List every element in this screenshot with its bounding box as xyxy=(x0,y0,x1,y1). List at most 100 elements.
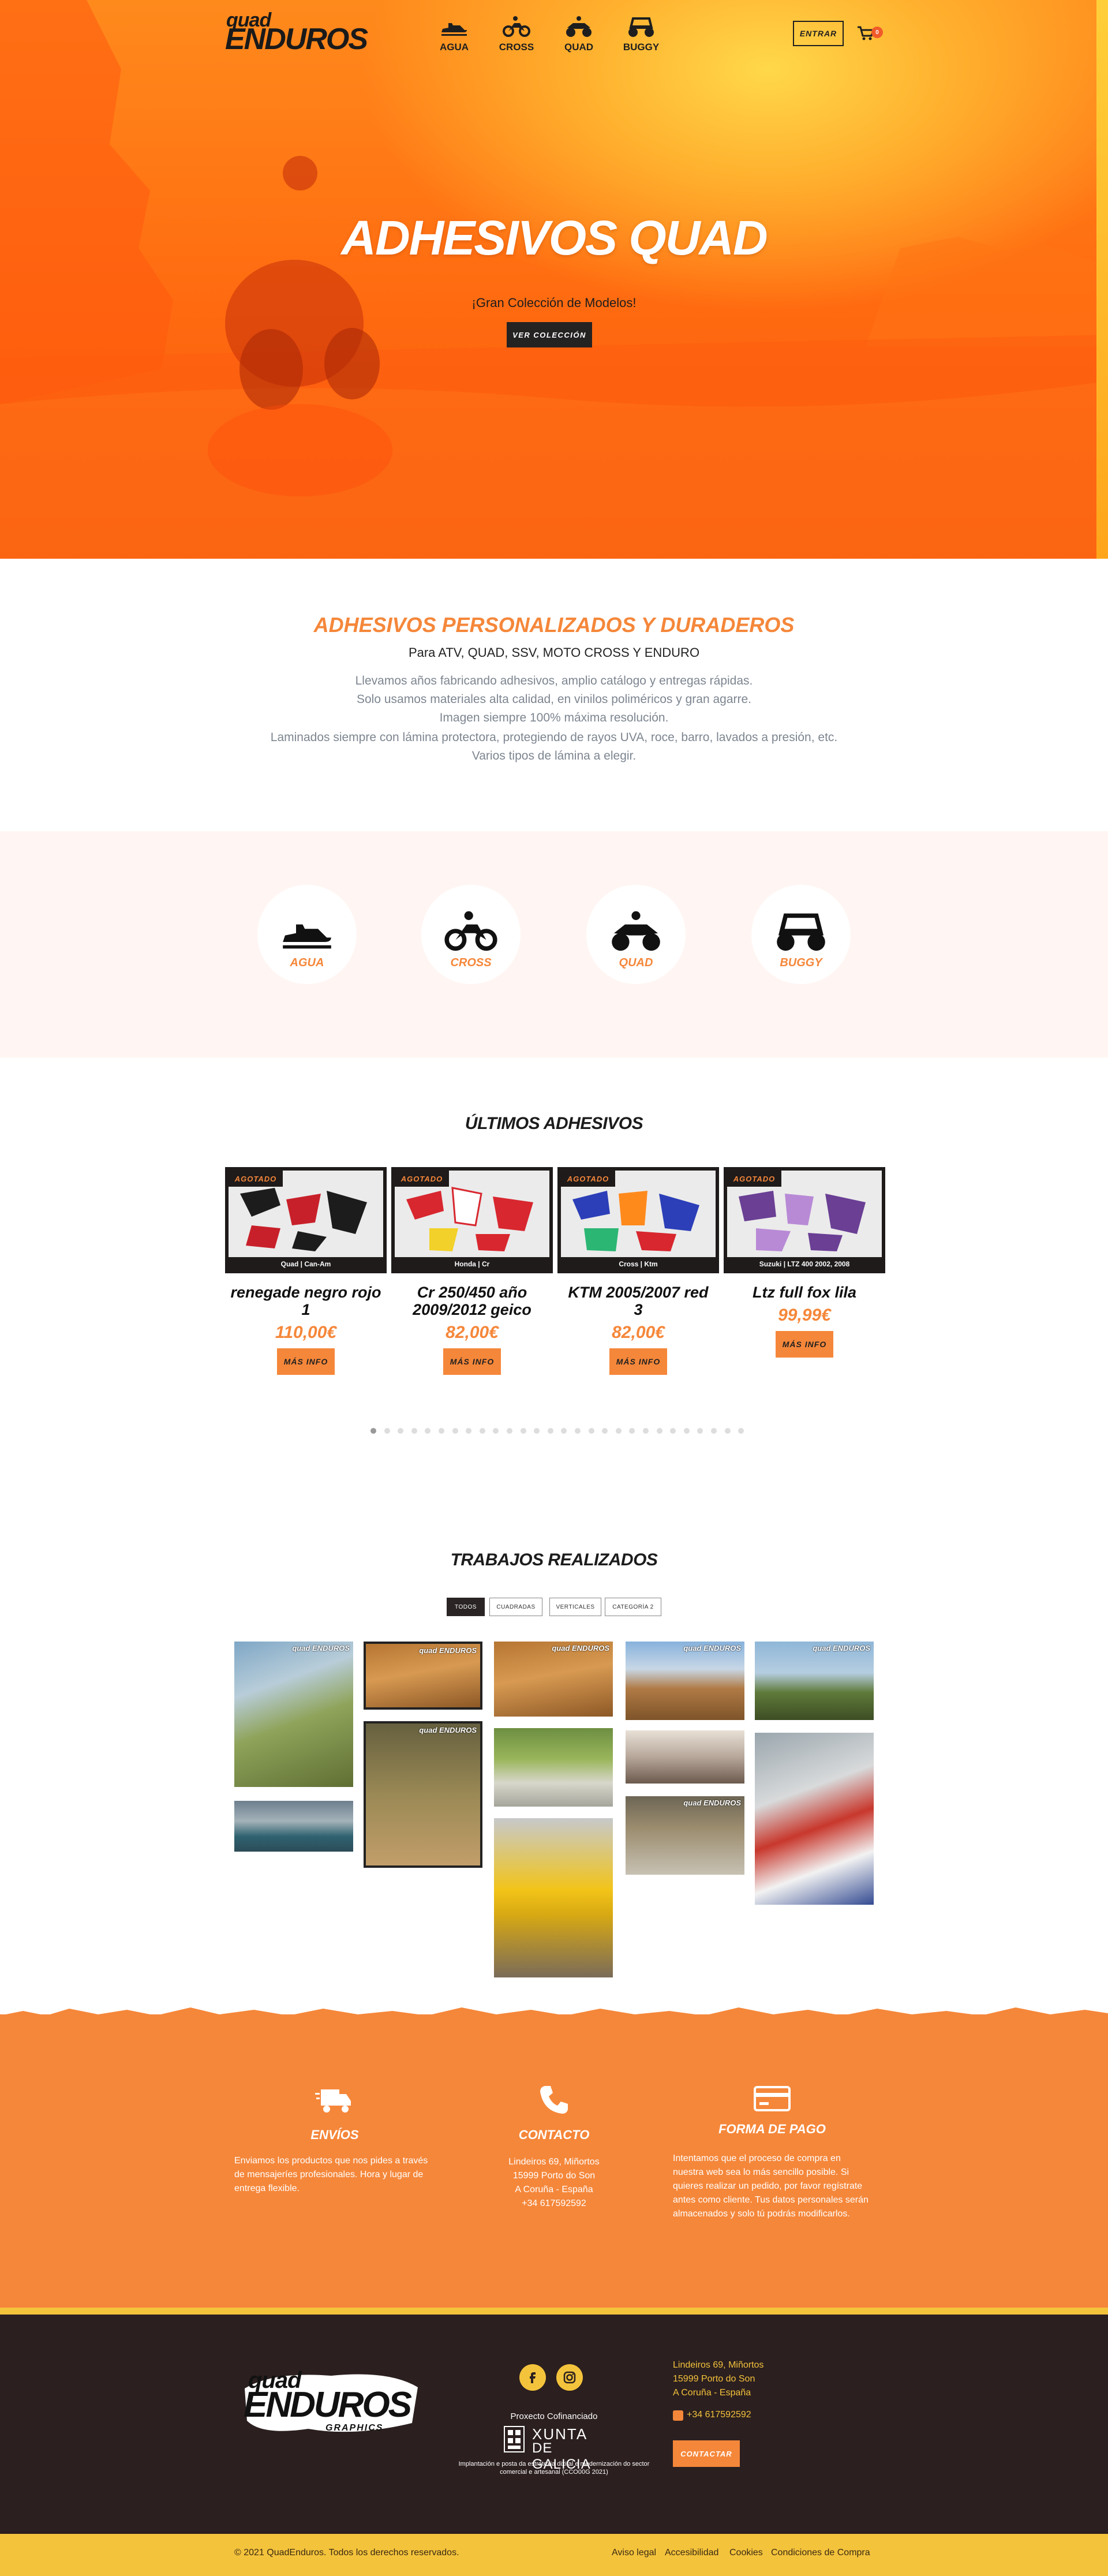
intro-line: Varios tipos de lámina a elegir. xyxy=(471,749,637,762)
carousel-dot[interactable] xyxy=(466,1428,471,1434)
nav-item-quad[interactable]: QUAD xyxy=(559,15,599,55)
carousel-dot[interactable] xyxy=(493,1428,499,1434)
footer-logo[interactable]: quad ENDUROS GRAPHICS xyxy=(239,2365,424,2440)
carousel-dot[interactable] xyxy=(738,1428,744,1434)
product-image[interactable]: AGOTADO Suzuki | LTZ 400 2002, 2008 xyxy=(724,1167,885,1273)
carousel-dot[interactable] xyxy=(548,1428,553,1434)
gallery-photo[interactable] xyxy=(626,1730,744,1784)
gallery-photo[interactable]: quad ENDUROS xyxy=(234,1642,353,1787)
category-label: QUAD xyxy=(619,956,653,969)
product-name[interactable]: Ltz full fox lila xyxy=(724,1284,885,1301)
product-price: 82,00€ xyxy=(446,1323,499,1342)
motocross-icon xyxy=(503,16,530,37)
product-card[interactable]: AGOTADO Honda | Cr Cr 250/450 año 2009/2… xyxy=(391,1167,553,1375)
intro-line: Laminados siempre con lámina protectora,… xyxy=(270,731,838,744)
scrollbar[interactable] xyxy=(1096,0,1108,559)
carousel-dot[interactable] xyxy=(507,1428,512,1434)
carousel-dot[interactable] xyxy=(629,1428,635,1434)
product-brand: Quad | Can-Am xyxy=(280,1260,331,1268)
carousel-dot[interactable] xyxy=(670,1428,676,1434)
product-image[interactable]: AGOTADO Honda | Cr xyxy=(391,1167,553,1273)
latest-title: ÚLTIMOS ADHESIVOS xyxy=(465,1114,643,1133)
gallery-photo[interactable]: quad ENDUROS xyxy=(755,1642,874,1720)
phone-small-icon xyxy=(673,2410,683,2421)
category-quad[interactable]: QUAD xyxy=(586,885,686,984)
link-aviso-legal[interactable]: Aviso legal xyxy=(612,2548,656,2558)
photo-watermark: quad ENDUROS xyxy=(419,1726,477,1734)
link-cookies[interactable]: Cookies xyxy=(729,2548,763,2558)
nav-item-agua[interactable]: AGUA xyxy=(434,15,474,55)
nav-label: QUAD xyxy=(564,42,594,53)
nav-item-cross[interactable]: CROSS xyxy=(496,15,537,55)
carousel-dot[interactable] xyxy=(521,1428,526,1434)
carousel-dot[interactable] xyxy=(452,1428,458,1434)
category-buggy[interactable]: BUGGY xyxy=(751,885,851,984)
footer-phone[interactable]: +34 617592592 xyxy=(687,2408,848,2422)
carousel-dot[interactable] xyxy=(439,1428,444,1434)
carousel-dot[interactable] xyxy=(616,1428,622,1434)
filter-cuadradas[interactable]: CUADRADAS xyxy=(489,1598,542,1616)
product-name[interactable]: KTM 2005/2007 red 3 xyxy=(557,1284,719,1318)
sold-out-badge: AGOTADO xyxy=(561,1171,615,1187)
category-agua[interactable]: AGUA xyxy=(257,885,357,984)
contact-button[interactable]: CONTACTAR xyxy=(673,2440,740,2467)
carousel-dot[interactable] xyxy=(657,1428,662,1434)
carousel-dot[interactable] xyxy=(711,1428,717,1434)
gallery-photo[interactable]: quad ENDUROS xyxy=(494,1642,613,1717)
intro-title: ADHESIVOS PERSONALIZADOS Y DURADEROS xyxy=(313,613,795,637)
product-card[interactable]: AGOTADO Suzuki | LTZ 400 2002, 2008 Ltz … xyxy=(724,1167,885,1358)
more-info-button[interactable]: MÁS INFO xyxy=(277,1348,335,1375)
xunta-note: Implantación e posta da estratexia dixit… xyxy=(458,2461,650,2476)
filter-verticales[interactable]: VERTICALES xyxy=(549,1598,601,1616)
filter-todos[interactable]: TODOS xyxy=(447,1598,485,1616)
gallery-photo[interactable] xyxy=(234,1801,353,1852)
gallery-photo[interactable] xyxy=(494,1728,613,1807)
carousel-dot[interactable] xyxy=(370,1428,376,1434)
gallery-photo[interactable]: quad ENDUROS xyxy=(626,1796,744,1875)
link-condiciones-compra[interactable]: Condiciones de Compra xyxy=(771,2548,870,2558)
carousel-dot[interactable] xyxy=(561,1428,567,1434)
carousel-dot[interactable] xyxy=(534,1428,540,1434)
carousel-dot[interactable] xyxy=(725,1428,731,1434)
product-card[interactable]: AGOTADO Quad | Can-Am renegade negro roj… xyxy=(225,1167,387,1375)
carousel-dot[interactable] xyxy=(480,1428,485,1434)
carousel-dot[interactable] xyxy=(602,1428,608,1434)
product-card[interactable]: AGOTADO Cross | Ktm KTM 2005/2007 red 3 … xyxy=(557,1167,719,1375)
more-info-button[interactable]: MÁS INFO xyxy=(609,1348,667,1375)
footer-address-line: Lindeiros 69, Miñortos xyxy=(673,2360,764,2370)
more-info-button[interactable]: MÁS INFO xyxy=(776,1331,833,1358)
carousel-dot[interactable] xyxy=(575,1428,581,1434)
carousel-dot[interactable] xyxy=(697,1428,703,1434)
carousel-dot[interactable] xyxy=(589,1428,594,1434)
carousel-dot[interactable] xyxy=(398,1428,403,1434)
gallery-photo[interactable]: quad ENDUROS xyxy=(364,1721,482,1868)
facebook-link[interactable] xyxy=(519,2364,546,2391)
carousel-dot[interactable] xyxy=(643,1428,649,1434)
cart-count-badge: 0 xyxy=(871,27,883,38)
carousel-dot[interactable] xyxy=(425,1428,431,1434)
jetski-icon xyxy=(283,924,331,949)
footer-bottom-bar xyxy=(0,2534,1108,2576)
gallery-photo[interactable] xyxy=(755,1733,874,1905)
logo[interactable]: quad ENDUROS xyxy=(225,9,368,54)
carousel-dot[interactable] xyxy=(684,1428,690,1434)
product-name[interactable]: renegade negro rojo 1 xyxy=(225,1284,387,1318)
product-image[interactable]: AGOTADO Quad | Can-Am xyxy=(225,1167,387,1273)
carousel-dot[interactable] xyxy=(411,1428,417,1434)
instagram-link[interactable] xyxy=(556,2364,583,2391)
gallery-photo[interactable]: quad ENDUROS xyxy=(364,1642,482,1710)
contact-phone[interactable]: +34 617592592 xyxy=(462,2197,646,2211)
filter-categoria-2[interactable]: CATEGORÍA 2 xyxy=(605,1598,661,1616)
product-name[interactable]: Cr 250/450 año 2009/2012 geico xyxy=(391,1284,553,1318)
category-cross[interactable]: CROSS xyxy=(421,885,521,984)
gallery-photo[interactable] xyxy=(494,1818,613,1977)
carousel-dot[interactable] xyxy=(384,1428,390,1434)
nav-item-buggy[interactable]: BUGGY xyxy=(621,15,661,55)
more-info-button[interactable]: MÁS INFO xyxy=(443,1348,501,1375)
gallery-photo[interactable]: quad ENDUROS xyxy=(626,1642,744,1720)
photo-watermark: quad ENDUROS xyxy=(683,1644,741,1652)
view-collection-button[interactable]: VER COLECCIÓN xyxy=(507,322,592,347)
link-accesibilidad[interactable]: Accesibilidad xyxy=(665,2548,718,2558)
product-image[interactable]: AGOTADO Cross | Ktm xyxy=(557,1167,719,1273)
login-button[interactable]: ENTRAR xyxy=(793,21,844,46)
